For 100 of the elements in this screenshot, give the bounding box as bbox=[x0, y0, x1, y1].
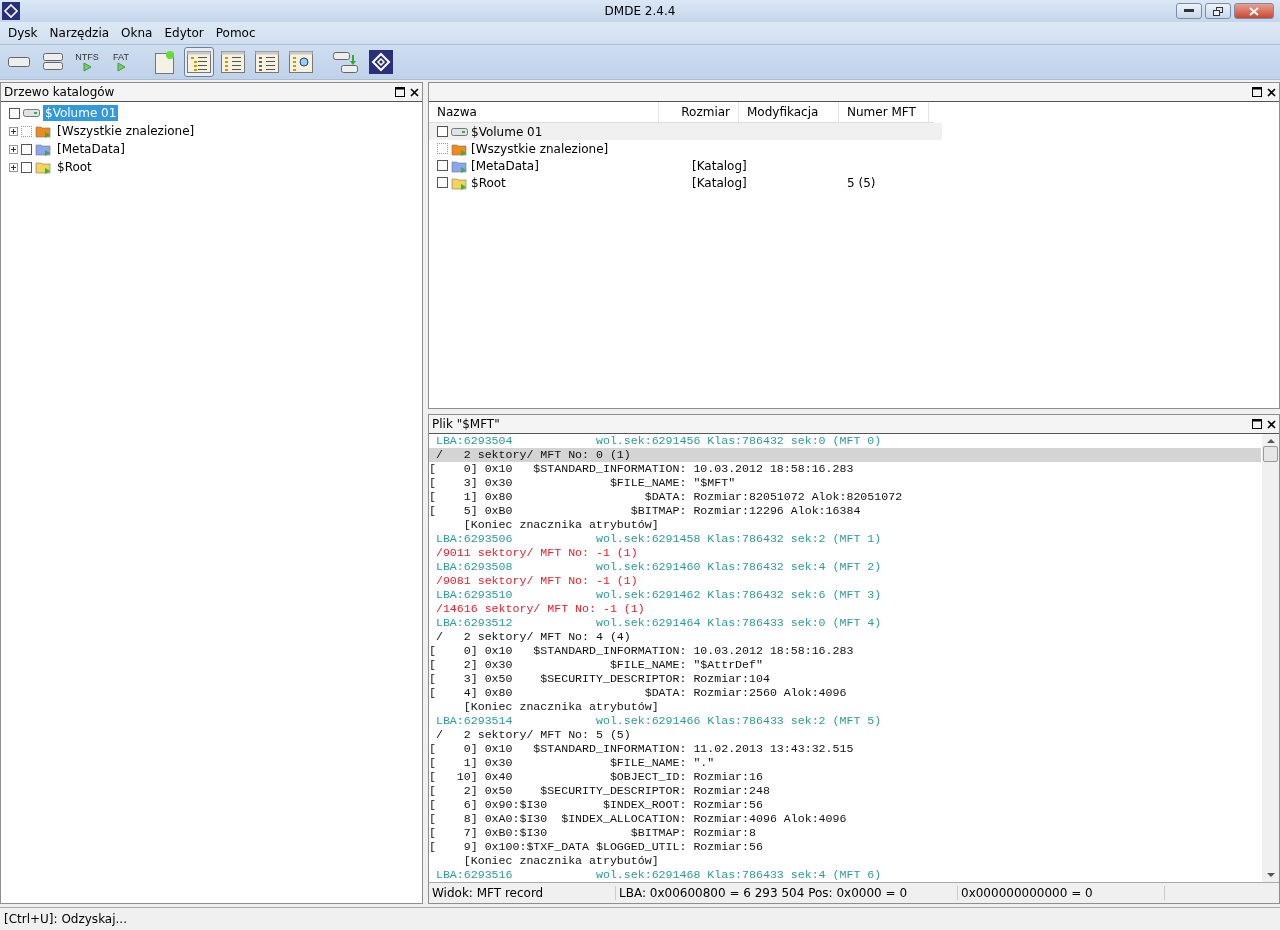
record-line: LBA:6293514 wol.sek:6291466 Klas:786433 sek:2 (MFT 5) bbox=[434, 714, 883, 728]
scroll-thumb[interactable] bbox=[1263, 446, 1278, 462]
record-line: [ 7] 0xB0:$I30 $BITMAP: Rozmiar:8 bbox=[429, 826, 757, 840]
record-line: /14616 sektory/ MFT No: -1 (1) bbox=[434, 602, 646, 616]
restore-icon bbox=[1213, 6, 1223, 16]
record-line: [ 0] 0x10 $STANDARD_INFORMATION: 10.03.2012 18:58:16.283 bbox=[429, 462, 855, 476]
close-icon[interactable] bbox=[410, 87, 419, 97]
checkbox[interactable] bbox=[437, 160, 448, 171]
record-line: /9011 sektory/ MFT No: -1 (1) bbox=[434, 546, 639, 560]
minimize-icon bbox=[1184, 9, 1194, 13]
close-icon bbox=[1249, 6, 1259, 16]
menu-item[interactable]: Narzędzia bbox=[43, 26, 116, 40]
scrollbar[interactable] bbox=[1262, 434, 1279, 882]
copy-icon bbox=[333, 50, 359, 74]
status-field: Widok: MFT record bbox=[429, 886, 616, 900]
restore-icon[interactable] bbox=[395, 87, 405, 97]
file-row[interactable]: $Root [Katalog] 5 (5) bbox=[429, 174, 942, 191]
list-view-icon bbox=[221, 51, 245, 73]
window-title: DMDE 2.4.4 bbox=[604, 4, 676, 18]
checkbox[interactable] bbox=[437, 126, 448, 137]
column-header[interactable]: Modyfikacja bbox=[739, 102, 839, 122]
close-button[interactable] bbox=[1234, 3, 1274, 19]
toolbar-button[interactable] bbox=[184, 47, 214, 77]
restore-button[interactable] bbox=[1205, 3, 1231, 19]
scroll-down-icon[interactable] bbox=[1266, 872, 1275, 878]
record-line: LBA:6293508 wol.sek:6291460 Klas:786432 sek:4 (MFT 2) bbox=[434, 560, 883, 574]
menu-item[interactable]: Pomoc bbox=[209, 26, 262, 40]
record-line: LBA:6293510 wol.sek:6291462 Klas:786432 sek:6 (MFT 3) bbox=[434, 588, 883, 602]
menu-item[interactable]: Edytor bbox=[158, 26, 210, 40]
file-name: $Root bbox=[471, 175, 506, 190]
column-header[interactable]: Numer MFT bbox=[839, 102, 929, 122]
expand-icon[interactable] bbox=[9, 162, 18, 172]
record-line: / 2 sektory/ MFT No: 4 (4) bbox=[434, 630, 632, 644]
expand-icon[interactable] bbox=[9, 144, 18, 154]
record-line: [ 2] 0x30 $FILE_NAME: "$AttrDef" bbox=[429, 658, 764, 672]
record-line: /9081 sektory/ MFT No: -1 (1) bbox=[434, 574, 639, 588]
record-line: [Koniec znacznika atrybutów] bbox=[462, 518, 660, 532]
toolbar-button[interactable] bbox=[366, 47, 396, 77]
record-line: LBA:6293516 wol.sek:6291468 Klas:786433 sek:4 (MFT 6) bbox=[434, 868, 883, 882]
record-line: [ 4] 0x80 $DATA: Rozmiar:2560 Alok:4096 bbox=[429, 686, 848, 700]
record-line: [ 10] 0x40 $OBJECT_ID: Rozmiar:16 bbox=[429, 770, 764, 784]
grid-view-icon bbox=[255, 51, 279, 73]
record-line: [ 0] 0x10 $STANDARD_INFORMATION: 10.03.2012 18:58:16.283 bbox=[429, 644, 855, 658]
restore-icon[interactable] bbox=[1252, 419, 1262, 429]
record-line: LBA:6293506 wol.sek:6291458 Klas:786432 sek:2 (MFT 1) bbox=[434, 532, 883, 546]
record-line: [Koniec znacznika atrybutów] bbox=[462, 700, 660, 714]
record-line: [ 8] 0xA0:$I30 $INDEX_ALLOCATION: Rozmiar:4096 Alok:4096 bbox=[429, 812, 848, 826]
record-line: [ 6] 0x90:$I30 $INDEX_ROOT: Rozmiar:56 bbox=[429, 798, 764, 812]
menu-item[interactable]: Dysk bbox=[2, 26, 44, 40]
panel-title: Drzewo katalogów bbox=[4, 85, 115, 99]
file-size: [Katalog] bbox=[692, 175, 747, 190]
record-line: [ 3] 0x50 $SECURITY_DESCRIPTOR: Rozmiar:104 bbox=[429, 672, 771, 686]
close-icon[interactable] bbox=[1267, 419, 1276, 429]
tree-item[interactable]: $Root bbox=[55, 159, 94, 175]
panel-title: Plik "$MFT" bbox=[432, 417, 500, 431]
record-line: [ 1] 0x30 $FILE_NAME: "." bbox=[429, 756, 716, 770]
column-header[interactable]: Nazwa bbox=[429, 102, 659, 122]
record-line: LBA:6293512 wol.sek:6291464 Klas:786433 sek:0 (MFT 4) bbox=[434, 616, 883, 630]
toolbar-button[interactable]: NTFS bbox=[72, 47, 102, 77]
file-name: [MetaData] bbox=[471, 158, 539, 173]
new-sheet-icon bbox=[155, 50, 175, 74]
checkbox[interactable] bbox=[21, 143, 32, 155]
file-row[interactable]: $Volume 01 bbox=[429, 123, 942, 140]
disks-icon bbox=[43, 53, 63, 71]
minimize-button[interactable] bbox=[1176, 3, 1202, 19]
drive-icon bbox=[23, 108, 40, 118]
close-icon[interactable] bbox=[1267, 87, 1276, 97]
status-field: 0x000000000000 = 0 bbox=[958, 886, 1165, 900]
play-icon bbox=[116, 62, 126, 72]
record-line: LBA:6293504 wol.sek:6291456 Klas:786432 sek:0 (MFT 0) bbox=[434, 434, 883, 448]
drive-icon bbox=[8, 56, 30, 68]
record-line: [Koniec znacznika atrybutów] bbox=[462, 854, 660, 868]
search-icon bbox=[289, 51, 313, 73]
checkbox[interactable] bbox=[21, 161, 32, 173]
record-line: [ 9] 0x100:$TXF_DATA $LOGGED_UTIL: Rozmiar:56 bbox=[429, 840, 764, 854]
checkbox[interactable] bbox=[437, 177, 448, 188]
record-line: [ 0] 0x10 $STANDARD_INFORMATION: 11.02.2013 13:43:32.515 bbox=[429, 742, 855, 756]
record-line: [ 3] 0x30 $FILE_NAME: "$MFT" bbox=[429, 476, 737, 490]
logo-icon bbox=[2, 2, 20, 20]
checkbox[interactable] bbox=[9, 107, 20, 119]
file-size: [Katalog] bbox=[692, 158, 747, 173]
scroll-up-icon[interactable] bbox=[1266, 438, 1275, 444]
record-line: [ 5] 0xB0 $BITMAP: Rozmiar:12296 Alok:16384 bbox=[429, 504, 862, 518]
restore-icon[interactable] bbox=[1252, 87, 1262, 97]
file-name: [Wszystkie znalezione] bbox=[471, 141, 609, 156]
file-row[interactable]: [MetaData] [Katalog] bbox=[429, 157, 942, 174]
tree-view-icon bbox=[187, 51, 211, 73]
status-text: [Ctrl+U]: Odzyskaj... bbox=[4, 912, 127, 926]
toolbar-button[interactable]: FAT bbox=[106, 47, 136, 77]
record-line: [ 2] 0x50 $SECURITY_DESCRIPTOR: Rozmiar:248 bbox=[429, 784, 771, 798]
column-header[interactable]: Rozmiar bbox=[659, 102, 739, 122]
tree-item[interactable]: [MetaData] bbox=[55, 141, 127, 157]
menu-item[interactable]: Okna bbox=[115, 26, 159, 40]
record-line: / 2 sektory/ MFT No: 5 (5) bbox=[434, 728, 632, 742]
play-icon bbox=[82, 62, 92, 72]
drive-icon bbox=[451, 126, 468, 137]
file-name: $Volume 01 bbox=[471, 124, 543, 139]
status-field: LBA: 0x00600800 = 6 293 504 Pos: 0x0000 = 0 bbox=[616, 886, 958, 900]
record-line: [ 1] 0x80 $DATA: Rozmiar:82051072 Alok:82051072 bbox=[429, 490, 904, 504]
logo-icon bbox=[369, 50, 393, 74]
